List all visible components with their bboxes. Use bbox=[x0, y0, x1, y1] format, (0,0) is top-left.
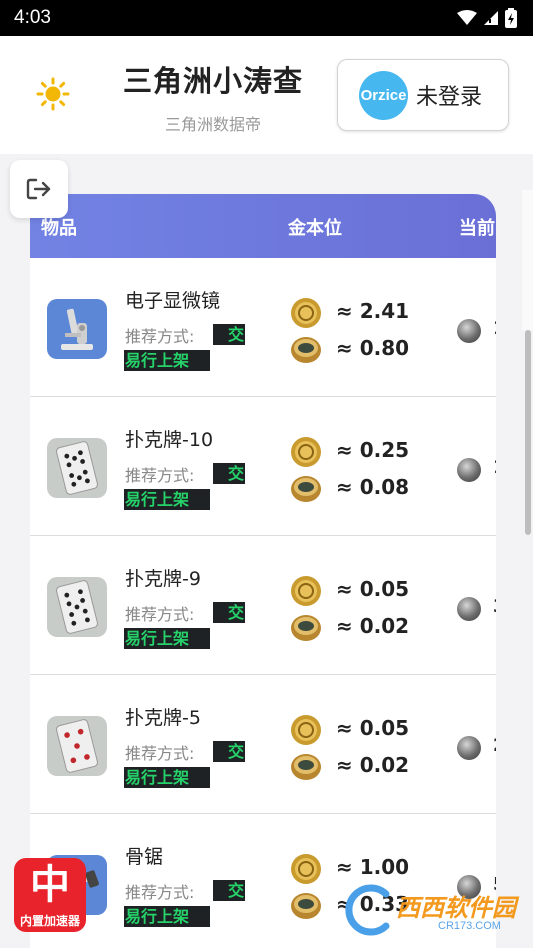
recommend-method-tag: 易行上架 bbox=[124, 906, 210, 927]
wifi-icon bbox=[457, 10, 477, 25]
login-button[interactable]: Orzice 未登录 bbox=[337, 59, 509, 131]
status-time: 4:03 bbox=[14, 7, 51, 28]
item-name: 骨锯 bbox=[125, 846, 164, 868]
microscope-item-image bbox=[47, 299, 107, 359]
recommend-method-tag: 易行上架 bbox=[124, 628, 210, 649]
gold-coin-icon bbox=[291, 576, 321, 606]
table-row[interactable]: 扑克牌-10 推荐方式: 交 易行上架 ≈ 0.25 ≈ 0.08 1 bbox=[30, 397, 496, 536]
gold-coin-icon bbox=[291, 715, 321, 745]
recommend-label: 推荐方式: bbox=[125, 466, 195, 485]
recommend-method-tag: 易行上架 bbox=[124, 489, 210, 510]
watermark-glyph: 中 bbox=[30, 862, 70, 908]
watermark-brand: 西西软件园 bbox=[396, 894, 516, 922]
recommend-label: 推荐方式: bbox=[125, 744, 195, 763]
item-table-body: 电子显微镜 推荐方式: 交 易行上架 ≈ 2.41 ≈ 0.80 1 扑克牌-1… bbox=[30, 258, 496, 948]
gold-value: ≈ 0.25 bbox=[336, 438, 410, 462]
item-name: 扑克牌-5 bbox=[125, 707, 201, 729]
accelerator-watermark-logo: 中 内置加速器 bbox=[14, 858, 86, 932]
recommend-label: 推荐方式: bbox=[125, 327, 195, 346]
cr173-logo-icon bbox=[345, 884, 390, 936]
recommend-method-tag: 易行上架 bbox=[124, 350, 210, 371]
signal-icon bbox=[484, 11, 498, 25]
recommend-method-tag: 交 bbox=[213, 741, 245, 762]
current-value: 3 bbox=[493, 596, 496, 617]
status-icons bbox=[457, 8, 517, 28]
recommend-label: 推荐方式: bbox=[125, 883, 195, 902]
app-title: 三角洲小涛查 bbox=[122, 64, 303, 98]
table-header: 物品 金本位 当前 bbox=[30, 194, 496, 258]
recommend-label: 推荐方式: bbox=[125, 605, 195, 624]
theme-toggle-sun-icon[interactable] bbox=[36, 77, 70, 111]
site-watermark-logo: 西西软件园 CR173.COM bbox=[338, 880, 528, 942]
app-header: 三角洲小涛查 三角洲数据帝 Orzice 未登录 bbox=[0, 36, 533, 154]
current-value: 1 bbox=[493, 457, 496, 478]
table-row[interactable]: 扑克牌-5 推荐方式: 交 易行上架 ≈ 0.05 ≈ 0.02 2 bbox=[30, 675, 496, 814]
table-row[interactable]: 电子显微镜 推荐方式: 交 易行上架 ≈ 2.41 ≈ 0.80 1 bbox=[30, 258, 496, 397]
logout-button[interactable] bbox=[10, 160, 68, 218]
recommend-method-tag: 交 bbox=[213, 602, 245, 623]
column-header-current[interactable]: 当前 bbox=[459, 214, 495, 240]
silver-coin-icon bbox=[457, 458, 481, 482]
current-value: 2 bbox=[493, 735, 496, 756]
login-status-label: 未登录 bbox=[416, 85, 483, 110]
playing-card-item-image bbox=[47, 716, 107, 776]
item-name: 扑克牌-10 bbox=[125, 429, 214, 451]
gold-value: ≈ 0.05 bbox=[336, 577, 410, 601]
watermark-site: CR173.COM bbox=[438, 920, 501, 932]
gold-ring-icon bbox=[291, 615, 321, 641]
gold-coin-icon bbox=[291, 298, 321, 328]
gold-ring-icon bbox=[291, 476, 321, 502]
recommend-method-tag: 易行上架 bbox=[124, 767, 210, 788]
gold-value: ≈ 0.80 bbox=[336, 336, 410, 360]
logout-icon bbox=[26, 178, 51, 200]
silver-coin-icon bbox=[457, 319, 481, 343]
item-name: 扑克牌-9 bbox=[125, 568, 201, 590]
gold-value: ≈ 2.41 bbox=[336, 299, 410, 323]
recommend-method-tag: 交 bbox=[213, 463, 245, 484]
current-value: 1 bbox=[493, 318, 496, 339]
gold-value: ≈ 0.05 bbox=[336, 716, 410, 740]
avatar: Orzice bbox=[359, 70, 408, 120]
playing-card-item-image bbox=[47, 577, 107, 637]
gold-value: ≈ 0.02 bbox=[336, 614, 410, 638]
gold-ring-icon bbox=[291, 754, 321, 780]
table-row[interactable]: 扑克牌-9 推荐方式: 交 易行上架 ≈ 0.05 ≈ 0.02 3 bbox=[30, 536, 496, 675]
scrollbar[interactable] bbox=[525, 330, 531, 535]
app-subtitle: 三角洲数据帝 bbox=[164, 115, 261, 134]
watermark-caption: 内置加速器 bbox=[19, 914, 80, 928]
battery-icon bbox=[505, 8, 517, 28]
silver-coin-icon bbox=[457, 597, 481, 621]
recommend-method-tag: 交 bbox=[213, 880, 245, 901]
gold-value: ≈ 0.02 bbox=[336, 753, 410, 777]
gold-value: ≈ 0.08 bbox=[336, 475, 410, 499]
playing-card-item-image bbox=[47, 438, 107, 498]
status-bar: 4:03 bbox=[0, 0, 533, 36]
gold-value: ≈ 1.00 bbox=[336, 855, 410, 879]
scroll-track bbox=[522, 190, 533, 330]
gold-coin-icon bbox=[291, 854, 321, 884]
gold-ring-icon bbox=[291, 337, 321, 363]
gold-coin-icon bbox=[291, 437, 321, 467]
recommend-method-tag: 交 bbox=[213, 324, 245, 345]
column-header-gold-standard[interactable]: 金本位 bbox=[288, 214, 342, 240]
gold-ring-icon bbox=[291, 893, 321, 919]
silver-coin-icon bbox=[457, 736, 481, 760]
item-name: 电子显微镜 bbox=[125, 290, 221, 312]
